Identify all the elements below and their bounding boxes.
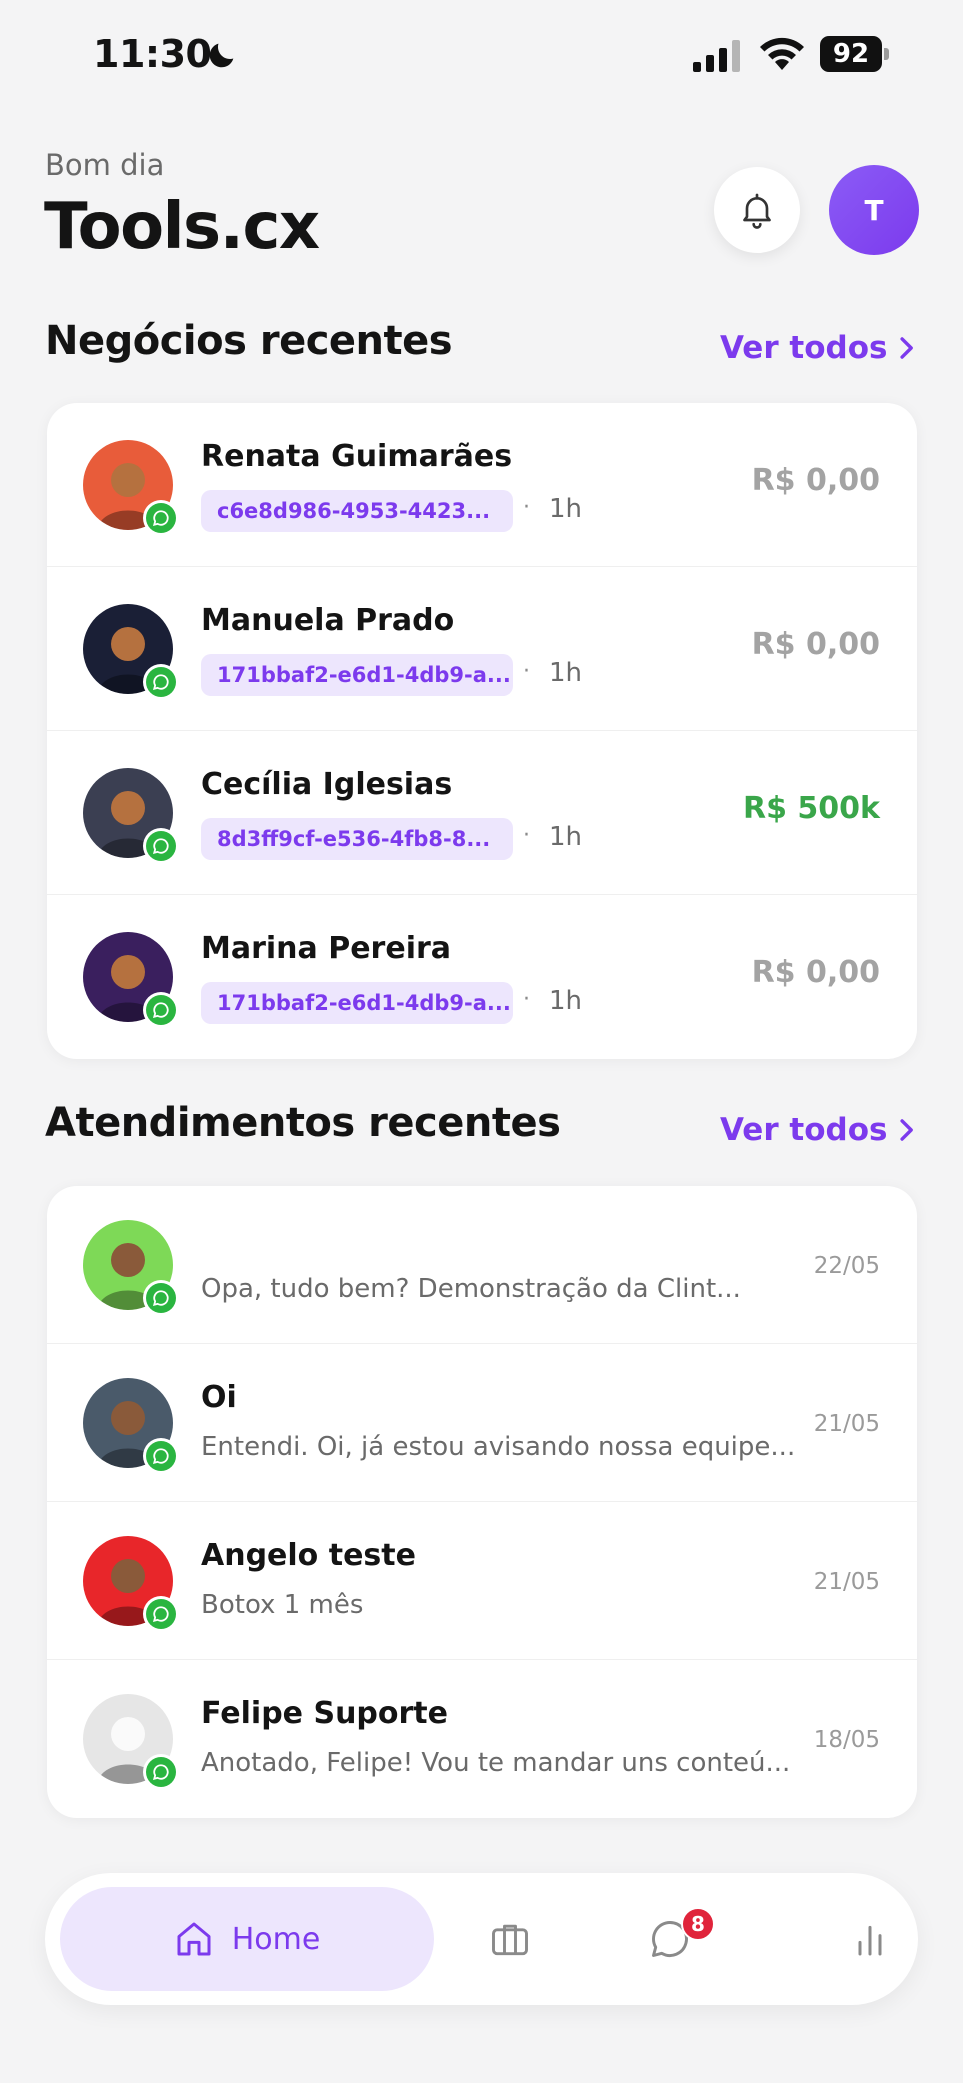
deal-contact-name: Renata Guimarães (201, 439, 513, 474)
avatar (83, 1536, 179, 1632)
conversations-section-title: Atendimentos recentes (45, 1100, 561, 1146)
deal-id-tag: c6e8d986-4953-4423... (201, 490, 513, 532)
whatsapp-badge (143, 1754, 179, 1790)
battery-tip (884, 48, 889, 60)
battery-indicator: 92 (820, 36, 890, 72)
conversation-last-message: Entendi. Oi, já estou avisando nossa equ… (201, 1432, 796, 1462)
whatsapp-icon (146, 667, 176, 697)
conversation-date: 22/05 (813, 1253, 880, 1279)
status-bar: 11:30 92 (0, 0, 963, 110)
briefcase-icon[interactable] (488, 1917, 532, 1961)
avatar (83, 440, 179, 536)
profile-avatar-button[interactable]: T (829, 165, 919, 255)
conversation-contact-name: Felipe Suporte (201, 1696, 448, 1731)
deals-card: Renata Guimarães c6e8d986-4953-4423... · 1h… (47, 403, 917, 1059)
deal-id-tag: 8d3ff9cf-e536-4fb8-8... (201, 818, 513, 860)
deal-time: 1h (549, 658, 583, 688)
deal-value: R$ 500k (743, 791, 880, 826)
conversation-contact-name: Oi (201, 1380, 237, 1415)
deal-row[interactable]: Marina Pereira 171bbaf2-e6d1-4db9-a... · 1h… (47, 895, 917, 1059)
whatsapp-icon (146, 995, 176, 1025)
whatsapp-badge (143, 664, 179, 700)
conversation-row[interactable]: Angelo teste Botox 1 mês 21/05 (47, 1502, 917, 1660)
whatsapp-badge (143, 1438, 179, 1474)
deal-value: R$ 0,00 (751, 955, 880, 990)
wifi-icon (760, 37, 804, 70)
whatsapp-icon (146, 1757, 176, 1787)
whatsapp-badge (143, 1280, 179, 1316)
battery-level: 92 (820, 36, 882, 72)
avatar (83, 604, 179, 700)
whatsapp-badge (143, 992, 179, 1028)
whatsapp-icon (146, 831, 176, 861)
conversation-contact-name: Angelo teste (201, 1538, 416, 1573)
deal-value: R$ 0,00 (751, 463, 880, 498)
chevron-right-icon (900, 337, 914, 359)
bell-icon (743, 193, 771, 229)
home-icon (177, 1922, 211, 1956)
conversation-date: 18/05 (813, 1727, 880, 1753)
notifications-button[interactable] (714, 167, 800, 253)
whatsapp-icon (146, 1441, 176, 1471)
conversation-date: 21/05 (813, 1411, 880, 1437)
whatsapp-badge (143, 828, 179, 864)
separator-dot: · (523, 823, 530, 848)
deals-section-title: Negócios recentes (45, 318, 453, 364)
deal-contact-name: Manuela Prado (201, 603, 455, 638)
tab-home-label: Home (231, 1921, 321, 1957)
conversation-last-message: Botox 1 mês (201, 1590, 364, 1620)
deal-id-tag: 171bbaf2-e6d1-4db9-a... (201, 982, 513, 1024)
bottom-tab-bar: Home 8 (45, 1873, 918, 2005)
conversation-row[interactable]: Oi Entendi. Oi, já estou avisando nossa e… (47, 1344, 917, 1502)
deal-row[interactable]: Renata Guimarães c6e8d986-4953-4423... · 1h… (47, 403, 917, 567)
avatar (83, 932, 179, 1028)
conversation-date: 21/05 (813, 1569, 880, 1595)
conversation-row[interactable]: Felipe Suporte Anotado, Felipe! Vou te ma… (47, 1660, 917, 1818)
separator-dot: · (523, 987, 530, 1012)
conversations-card: Opa, tudo bem? Demonstração da Clint... 2… (47, 1186, 917, 1818)
deal-time: 1h (549, 986, 583, 1016)
conversation-row[interactable]: Opa, tudo bem? Demonstração da Clint... 2… (47, 1186, 917, 1344)
whatsapp-badge (143, 500, 179, 536)
whatsapp-icon (146, 1599, 176, 1629)
chevron-right-icon (900, 1119, 914, 1141)
deal-contact-name: Cecília Iglesias (201, 767, 453, 802)
deal-row[interactable]: Cecília Iglesias 8d3ff9cf-e536-4fb8-8... ·… (47, 731, 917, 895)
tab-home[interactable]: Home (60, 1887, 434, 1991)
see-all-label: Ver todos (720, 1112, 888, 1148)
signal-icon (693, 40, 740, 72)
conversation-last-message: Opa, tudo bem? Demonstração da Clint... (201, 1274, 741, 1304)
avatar (83, 768, 179, 864)
separator-dot: · (523, 495, 530, 520)
avatar (83, 1378, 179, 1474)
moon-icon (209, 43, 234, 68)
greeting: Bom dia (45, 148, 165, 182)
conversations-see-all-link[interactable]: Ver todos (720, 1112, 915, 1148)
whatsapp-icon (146, 1283, 176, 1313)
deal-time: 1h (549, 822, 583, 852)
deal-contact-name: Marina Pereira (201, 931, 452, 966)
page-title: Tools.cx (44, 190, 320, 264)
chat-badge: 8 (681, 1907, 715, 1941)
deal-row[interactable]: Manuela Prado 171bbaf2-e6d1-4db9-a... · 1h R… (47, 567, 917, 731)
conversation-last-message: Anotado, Felipe! Vou te mandar uns conte… (201, 1748, 791, 1778)
separator-dot: · (523, 659, 530, 684)
deal-id-tag: 171bbaf2-e6d1-4db9-a... (201, 654, 513, 696)
status-time: 11:30 (93, 32, 212, 76)
whatsapp-badge (143, 1596, 179, 1632)
whatsapp-icon (146, 503, 176, 533)
avatar (83, 1694, 179, 1790)
deals-see-all-link[interactable]: Ver todos (720, 330, 915, 366)
see-all-label: Ver todos (720, 330, 888, 366)
chart-icon[interactable] (850, 1917, 890, 1961)
deal-value: R$ 0,00 (751, 627, 880, 662)
avatar (83, 1220, 179, 1316)
deal-time: 1h (549, 494, 583, 524)
